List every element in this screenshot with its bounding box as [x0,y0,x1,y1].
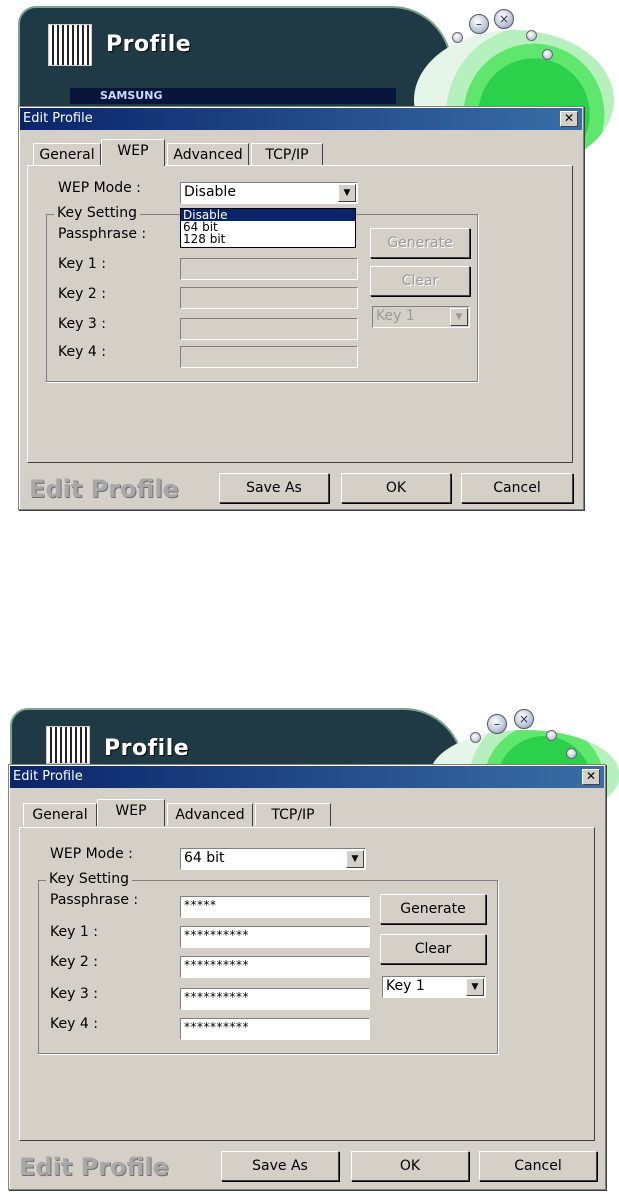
key-4-field[interactable]: ********** [180,1018,370,1040]
key-setting-label: Key Setting [46,871,132,887]
key-1-label: Key 1 : [50,924,98,940]
tab-general[interactable]: General [23,803,97,826]
key-2-label: Key 2 : [50,954,98,970]
key-2-label: Key 2 : [58,286,106,302]
tab-wep[interactable]: WEP [101,139,165,166]
key-1-field[interactable] [180,258,358,280]
app-title: Profile [104,736,190,761]
option-128-bit[interactable]: 128 bit [181,233,355,245]
wep-tab-panel: WEP Mode : Disable ▼ Key Setting Passphr… [27,165,573,463]
key-2-field[interactable]: ********** [180,956,370,978]
cancel-button[interactable]: Cancel [479,1151,597,1181]
wep-mode-select[interactable]: 64 bit ▼ [180,848,366,870]
key-4-field[interactable] [180,346,358,368]
minimize-icon[interactable]: – [487,714,507,734]
chevron-down-icon[interactable]: ▼ [450,308,468,326]
tab-general[interactable]: General [33,143,101,166]
wep-mode-value: 64 bit [184,850,225,866]
key-4-label: Key 4 : [50,1016,98,1032]
default-key-select[interactable]: Key 1 ▼ [382,976,486,998]
passphrase-label: Passphrase : [50,892,139,908]
key-setting-label: Key Setting [54,205,140,221]
indicator-dot-icon [542,49,553,60]
minimize-icon[interactable]: – [469,14,489,34]
wep-mode-label: WEP Mode : [58,180,141,196]
app-title: Profile [106,32,192,57]
default-key-value: Key 1 [386,978,425,994]
close-icon[interactable]: × [514,709,534,729]
key-4-label: Key 4 : [58,344,106,360]
ok-button[interactable]: OK [341,473,451,503]
indicator-dot-icon [526,30,537,41]
tab-wep[interactable]: WEP [97,799,165,826]
close-button[interactable]: ✕ [582,769,600,785]
save-as-button[interactable]: Save As [221,1151,339,1181]
wep-mode-dropdown-list: Disable 64 bit 128 bit [180,208,356,248]
app-banner: SAMSUNG [70,88,396,104]
default-key-value: Key 1 [376,308,415,324]
key-1-label: Key 1 : [58,256,106,272]
indicator-dot-icon [566,748,577,759]
dialog-titlebar: Edit Profile ✕ [20,108,582,130]
close-icon[interactable]: × [494,9,514,29]
wep-tab-panel: WEP Mode : 64 bit ▼ Key Setting Passphra… [19,827,595,1141]
screenshot-wep-64bit: Profile – × Edit Profile ✕ General WEP A… [0,700,619,1194]
default-key-select[interactable]: Key 1 ▼ [372,306,470,328]
wep-mode-label: WEP Mode : [50,846,133,862]
close-button[interactable]: ✕ [560,111,578,127]
save-as-button[interactable]: Save As [219,473,329,503]
clear-button[interactable]: Clear [380,934,486,964]
app-logo-icon [46,726,90,764]
tab-tcpip[interactable]: TCP/IP [251,143,323,166]
passphrase-value: ***** [184,898,217,912]
screenshot-wep-disabled: Profile SAMSUNG – × Edit Profile ✕ Gener… [0,0,619,520]
indicator-dot-icon [546,730,557,741]
key-1-field[interactable]: ********** [180,926,370,948]
generate-button[interactable]: Generate [380,894,486,924]
key-2-field[interactable] [180,287,358,309]
wep-mode-select[interactable]: Disable ▼ [180,182,358,204]
dialog-titlebar: Edit Profile ✕ [10,766,604,788]
chevron-down-icon[interactable]: ▼ [346,850,364,868]
key-3-field[interactable]: ********** [180,988,370,1010]
ok-button[interactable]: OK [351,1151,469,1181]
footer-title: Edit Profile [29,475,179,503]
clear-button[interactable]: Clear [370,266,470,296]
passphrase-label: Passphrase : [58,226,147,242]
wep-mode-value: Disable [184,184,236,200]
key-3-label: Key 3 : [58,316,106,332]
generate-button[interactable]: Generate [370,228,470,258]
key-3-field[interactable] [180,318,358,340]
indicator-dot-icon [470,732,481,743]
tab-advanced[interactable]: Advanced [167,143,249,166]
edit-profile-dialog: Edit Profile ✕ General WEP Advanced TCP/… [8,764,606,1190]
key-2-value: ********** [184,958,249,972]
passphrase-field[interactable]: ***** [180,896,370,918]
tab-tcpip[interactable]: TCP/IP [255,803,331,826]
chevron-down-icon[interactable]: ▼ [338,184,356,202]
key-1-value: ********** [184,928,249,942]
edit-profile-dialog: Edit Profile ✕ General WEP Advanced TCP/… [18,106,584,510]
tab-advanced[interactable]: Advanced [167,803,253,826]
dialog-title: Edit Profile [23,111,93,126]
key-3-label: Key 3 : [50,986,98,1002]
app-logo-icon [48,24,92,66]
indicator-dot-icon [452,32,463,43]
cancel-button[interactable]: Cancel [461,473,573,503]
chevron-down-icon[interactable]: ▼ [466,978,484,996]
key-3-value: ********** [184,990,249,1004]
key-4-value: ********** [184,1020,249,1034]
footer-title: Edit Profile [19,1153,169,1181]
dialog-title: Edit Profile [13,769,83,784]
